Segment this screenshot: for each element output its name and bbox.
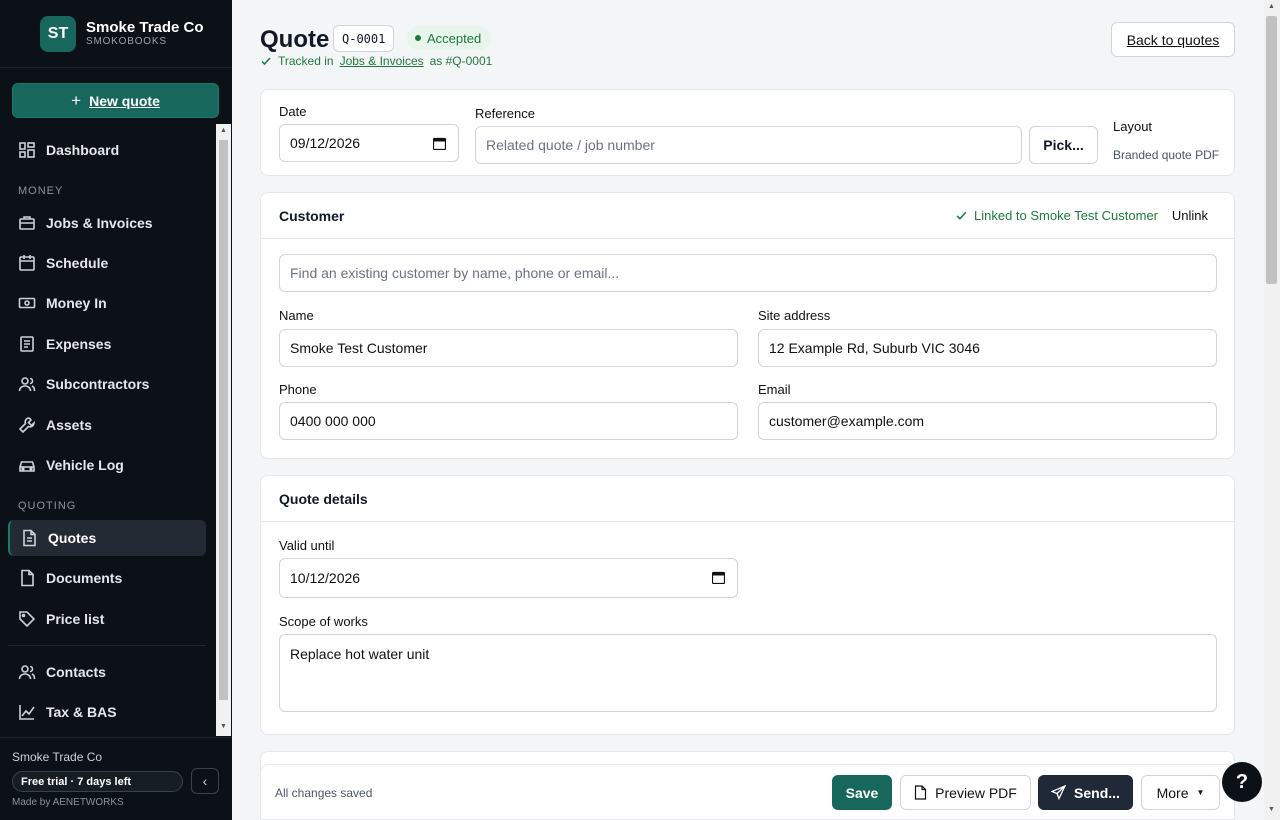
name-label: Name [279, 308, 314, 323]
status-dot-icon [415, 35, 421, 41]
section-quoting: QUOTING [18, 500, 77, 512]
briefcase-icon [19, 216, 35, 230]
receipt-icon [20, 336, 34, 352]
site-address-input[interactable]: 12 Example Rd, Suburb VIC 3046 [758, 329, 1217, 367]
cash-icon [18, 297, 36, 309]
linked-customer-note: Linked to Smoke Test Customer [955, 208, 1158, 223]
calendar-icon [19, 255, 35, 271]
sidebar-item-price-list[interactable]: Price list [8, 601, 206, 637]
sidebar-item-jobs[interactable]: Jobs & Invoices [8, 205, 206, 241]
check-icon [956, 211, 967, 220]
sidebar-scroll-thumb[interactable] [219, 140, 228, 700]
more-button[interactable]: More ▼ [1141, 775, 1220, 810]
file-icon [915, 785, 927, 800]
phone-label: Phone [279, 382, 317, 397]
reference-input[interactable]: Related quote / job number [475, 126, 1022, 164]
new-quote-button[interactable]: + New quote [12, 83, 219, 118]
action-bar: All changes saved Save Preview PDF Send.… [260, 764, 1235, 820]
caret-down-icon: ▼ [1196, 788, 1205, 797]
site-address-label: Site address [758, 308, 831, 323]
dashboard-icon [19, 142, 35, 158]
scope-label: Scope of works [279, 614, 368, 629]
made-by: Made by AENETWORKS [12, 797, 124, 808]
sidebar-item-assets[interactable]: Assets [8, 407, 206, 443]
brand[interactable]: ST Smoke Trade Co SMOKOBOOKS [0, 0, 232, 68]
date-label: Date [279, 104, 307, 119]
plus-icon: + [71, 90, 82, 110]
quote-details-heading: Quote details [261, 476, 1234, 522]
wrench-icon [18, 417, 35, 434]
back-to-quotes-button[interactable]: Back to quotes [1111, 22, 1235, 57]
chevron-left-icon: ‹ [202, 773, 208, 789]
sidebar-item-dashboard[interactable]: Dashboard [8, 132, 206, 168]
name-input[interactable]: Smoke Test Customer [279, 329, 738, 367]
sidebar: ST Smoke Trade Co SMOKOBOOKS + New quote… [0, 0, 232, 820]
page-scroll-thumb[interactable] [1266, 16, 1277, 284]
sidebar-item-vehicle-log[interactable]: Vehicle Log [8, 447, 206, 483]
main-content: Quote Q-0001 Accepted Tracked in Jobs & … [232, 0, 1264, 820]
file-icon [21, 569, 34, 587]
send-icon [1051, 785, 1067, 800]
users-icon [18, 377, 36, 392]
calendar-picker-icon[interactable] [712, 571, 725, 584]
email-label: Email [758, 382, 791, 397]
brand-logo: ST [40, 15, 76, 52]
scroll-down-icon[interactable]: ▼ [220, 723, 227, 730]
unlink-button[interactable]: Unlink [1172, 208, 1208, 223]
collapse-sidebar-button[interactable]: ‹ [191, 768, 219, 794]
chart-icon [19, 705, 35, 720]
status-badge: Accepted [407, 26, 492, 50]
valid-until-input[interactable]: 10/12/2026 [279, 558, 738, 598]
sidebar-item-documents[interactable]: Documents [8, 560, 206, 596]
sidebar-footer: Smoke Trade Co Free trial · 7 days left … [0, 737, 232, 820]
customer-card: Customer Linked to Smoke Test Customer U… [260, 192, 1235, 459]
car-icon [19, 461, 35, 472]
contacts-icon [18, 665, 36, 680]
customer-search-input[interactable]: Find an existing customer by name, phone… [279, 254, 1217, 292]
check-icon [261, 57, 271, 66]
section-money: MONEY [18, 185, 64, 197]
layout-value[interactable]: Branded quote PDF [1113, 148, 1219, 162]
brand-subtitle: SMOKOBOOKS [86, 35, 167, 47]
help-button[interactable]: ? [1222, 762, 1262, 802]
save-button[interactable]: Save [832, 775, 892, 810]
document-icon [23, 529, 36, 547]
layout-label: Layout [1113, 119, 1153, 134]
tag-icon [19, 611, 36, 628]
calendar-picker-icon[interactable] [433, 137, 446, 150]
sidebar-item-schedule[interactable]: Schedule [8, 245, 206, 281]
send-button[interactable]: Send... [1038, 775, 1133, 810]
brand-name: Smoke Trade Co [86, 18, 204, 36]
save-status: All changes saved [275, 786, 373, 800]
pick-button[interactable]: Pick... [1029, 126, 1098, 164]
quote-meta-card: Date 09/12/2026 Reference Related quote … [260, 89, 1235, 176]
jobs-invoices-link[interactable]: Jobs & Invoices [340, 54, 424, 68]
scroll-up-icon[interactable]: ▲ [220, 127, 227, 134]
date-input[interactable]: 09/12/2026 [279, 124, 459, 162]
org-name: Smoke Trade Co [12, 750, 103, 764]
page-title: Quote [260, 26, 330, 53]
sidebar-scrollbar[interactable]: ▲ ▼ [216, 124, 231, 736]
tracked-note: Tracked in Jobs & Invoices as #Q-0001 [260, 54, 492, 68]
nav-divider [8, 645, 206, 646]
preview-pdf-button[interactable]: Preview PDF [900, 775, 1031, 810]
sidebar-item-contacts[interactable]: Contacts [8, 654, 206, 690]
sidebar-nav: Dashboard MONEY Jobs & Invoices Schedule… [0, 124, 216, 736]
page-scrollbar[interactable]: ▲ ▼ [1264, 0, 1280, 820]
scope-textarea[interactable]: Replace hot water unit [279, 634, 1217, 712]
valid-until-label: Valid until [279, 538, 335, 553]
trial-badge[interactable]: Free trial · 7 days left [12, 771, 183, 792]
scroll-up-icon[interactable]: ▲ [1268, 3, 1275, 10]
sidebar-item-expenses[interactable]: Expenses [8, 326, 206, 362]
quote-number-badge: Q-0001 [333, 25, 395, 52]
quote-details-card: Quote details Valid until 10/12/2026 Sco… [260, 475, 1235, 735]
sidebar-item-tax-bas[interactable]: Tax & BAS [8, 694, 206, 730]
sidebar-item-subcontractors[interactable]: Subcontractors [8, 366, 206, 402]
sidebar-item-quotes[interactable]: Quotes [8, 520, 206, 556]
email-input[interactable]: customer@example.com [758, 402, 1217, 440]
sidebar-item-money-in[interactable]: Money In [8, 285, 206, 321]
reference-label: Reference [475, 106, 535, 121]
scroll-down-icon[interactable]: ▼ [1268, 806, 1275, 813]
phone-input[interactable]: 0400 000 000 [279, 402, 738, 440]
